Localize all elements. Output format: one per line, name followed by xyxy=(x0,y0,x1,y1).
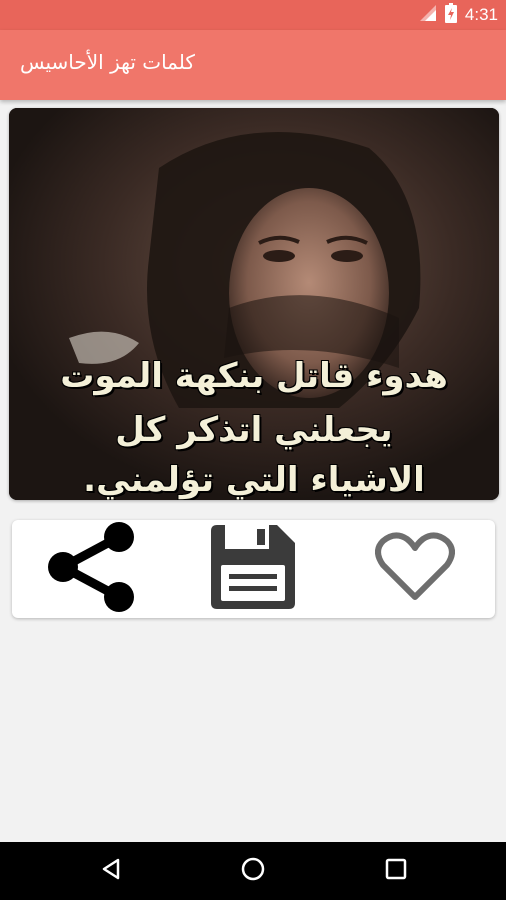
navigation-bar xyxy=(0,842,506,900)
battery-icon xyxy=(444,3,457,27)
quote-line-1: هدوء قاتل بنكهة الموت xyxy=(60,356,448,396)
quote-line-3: الاشياء التي تؤلمني. xyxy=(83,460,425,500)
quote-image[interactable]: هدوء قاتل بنكهة الموت يجعلني اتذكر كل ال… xyxy=(9,108,499,500)
back-icon xyxy=(99,857,123,885)
save-icon xyxy=(207,521,299,617)
back-button[interactable] xyxy=(96,856,126,886)
save-button[interactable] xyxy=(198,520,308,618)
share-button[interactable] xyxy=(36,520,146,618)
wifi-icon xyxy=(419,4,437,26)
action-bar xyxy=(12,520,495,618)
app-title: كلمات تهز الأحاسيس xyxy=(20,50,195,74)
quote-line-2: يجعلني اتذكر كل xyxy=(115,410,393,450)
share-icon xyxy=(43,519,139,619)
home-button[interactable] xyxy=(238,856,268,886)
status-icons: 4:31 xyxy=(419,3,498,27)
recents-icon xyxy=(385,858,407,884)
home-icon xyxy=(240,856,266,886)
recents-button[interactable] xyxy=(381,856,411,886)
status-bar: 4:31 xyxy=(0,0,506,30)
favorite-button[interactable] xyxy=(360,520,470,618)
heart-icon xyxy=(375,531,455,607)
app-bar: كلمات تهز الأحاسيس xyxy=(0,30,506,100)
status-time: 4:31 xyxy=(464,5,498,24)
